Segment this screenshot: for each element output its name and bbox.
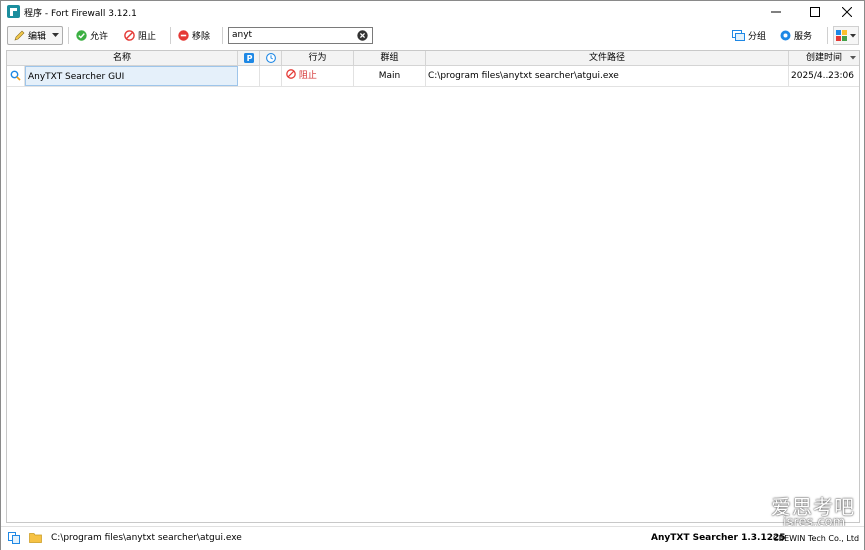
block-button[interactable]: 阻止 [124,26,156,45]
column-header-name[interactable]: 名称 [7,51,238,65]
edit-menu-button[interactable]: 编辑 [7,26,63,45]
column-header-action[interactable]: 行为 [282,51,354,65]
table-header: 名称 P 行为 群组 文件路径 创建时间 [7,51,859,66]
clock-icon [265,53,276,63]
toolbar-separator [222,27,223,44]
remove-label: 移除 [192,32,211,42]
group-cell: Main [354,66,426,86]
color-grid-icon [836,30,847,41]
toolbar-separator [170,27,171,44]
block-icon [124,30,135,41]
remove-button[interactable]: 移除 [178,26,210,45]
toolbar-separator [68,27,69,44]
chevron-down-icon [850,33,856,37]
created-date: 2025/4... [791,71,832,81]
status-product: AnyTXT Searcher 1.3.1225 [651,533,786,543]
status-path: C:\program files\anytxt searcher\atgui.e… [51,533,242,543]
fort-firewall-logo-icon [7,5,20,18]
close-button[interactable] [830,1,864,23]
column-header-parked[interactable]: P [238,51,260,65]
chevron-down-icon [52,33,60,37]
block-icon [286,69,296,79]
service-button[interactable]: 服务 [780,26,812,45]
app-name-cell[interactable]: AnyTXT Searcher GUI [25,66,238,86]
created-cell: 2025/4... 23:06 [789,66,859,86]
service-gear-icon [780,30,791,41]
status-bar: C:\program files\anytxt searcher\atgui.e… [1,526,864,550]
maximize-button[interactable] [798,1,832,23]
created-time: 23:06 [828,71,854,81]
title-bar: 程序 - Fort Firewall 3.12.1 [1,1,864,23]
copy-icon[interactable] [8,532,20,544]
edit-label: 编辑 [28,32,47,42]
table-row[interactable]: AnyTXT Searcher GUI 阻止 Main C:\program f… [7,66,859,87]
action-value: 阻止 [298,71,317,81]
allow-button[interactable]: 允许 [76,26,108,45]
column-header-group[interactable]: 群组 [354,51,426,65]
parked-cell [238,66,260,86]
check-circle-icon [76,30,87,41]
group-button[interactable]: 分组 [732,26,766,45]
view-options-button[interactable] [833,26,859,45]
folder-icon[interactable] [29,532,42,543]
window-group-icon [732,30,745,41]
status-company: CBEWIN Tech Co., Ltd [773,534,860,543]
svg-text:P: P [246,54,252,63]
service-label: 服务 [794,32,813,42]
minus-circle-icon [178,30,189,41]
parked-p-icon: P [243,53,254,63]
maximize-icon [810,7,820,17]
group-label: 分组 [748,32,767,42]
path-cell: C:\program files\anytxt searcher\atgui.e… [426,66,789,86]
toolbar-separator [827,27,828,44]
block-label: 阻止 [138,32,157,42]
column-header-created[interactable]: 创建时间 [789,51,859,65]
minimize-icon [771,11,781,13]
search-input[interactable]: anyt [228,27,373,44]
pencil-icon [14,30,25,41]
action-cell: 阻止 [282,66,354,86]
close-icon [842,7,852,17]
search-value: anyt [232,30,253,40]
app-window: 程序 - Fort Firewall 3.12.1 编辑 允许 阻止 移除 an… [0,0,865,550]
toolbar: 编辑 允许 阻止 移除 anyt 分组 服务 [1,24,864,48]
programs-table: 名称 P 行为 群组 文件路径 创建时间 AnyTXT Searcher GUI… [6,50,860,523]
allow-label: 允许 [90,32,109,42]
app-cell-icon [7,66,25,86]
sort-descending-icon [850,56,856,60]
window-title: 程序 - Fort Firewall 3.12.1 [24,9,137,19]
minimize-button[interactable] [759,1,793,23]
created-header-label: 创建时间 [805,53,842,63]
column-header-path[interactable]: 文件路径 [426,51,789,65]
schedule-cell [260,66,282,86]
clear-search-icon[interactable] [357,30,368,41]
anytxt-search-icon [10,70,21,81]
column-header-schedule[interactable] [260,51,282,65]
